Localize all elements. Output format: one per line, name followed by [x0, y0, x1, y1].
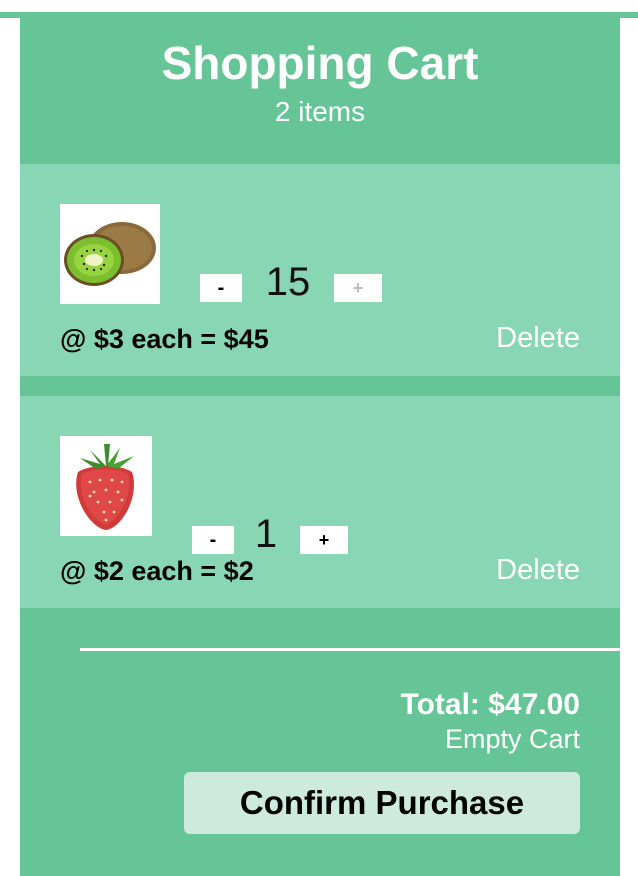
confirm-purchase-button[interactable]: Confirm Purchase — [184, 772, 580, 834]
increase-quantity-button[interactable]: + — [334, 274, 382, 302]
price-line: @ $2 each = $2 — [60, 556, 254, 586]
delete-link[interactable]: Delete — [496, 554, 580, 587]
quantity-value: 15 — [265, 260, 311, 304]
quantity-value: 1 — [254, 512, 278, 556]
kiwi-icon — [64, 222, 156, 286]
delete-link[interactable]: Delete — [496, 322, 580, 355]
cart-item-strawberry: - 1 + @ $2 each = $2 Delete — [20, 396, 620, 608]
empty-cart-link[interactable]: Empty Cart — [445, 724, 580, 755]
decrease-quantity-button[interactable]: - — [200, 274, 242, 302]
price-line: @ $3 each = $45 — [60, 324, 269, 354]
cart-title: Shopping Cart — [161, 37, 479, 89]
divider — [80, 648, 620, 651]
increase-quantity-button[interactable]: + — [300, 526, 348, 554]
item-count: 2 items — [274, 96, 366, 127]
cart-total: Total: $47.00 — [400, 688, 580, 721]
cart-item-kiwi: - 15 + @ $3 each = $45 Delete — [20, 164, 620, 376]
cart-header: Shopping Cart 2 items — [20, 18, 620, 164]
strawberry-icon — [76, 444, 134, 530]
product-image-strawberry — [60, 436, 152, 536]
decrease-quantity-button[interactable]: - — [192, 526, 234, 554]
shopping-cart-panel: Shopping Cart 2 items - 15 + @ $3 each =… — [20, 18, 620, 876]
product-image-kiwi — [60, 204, 160, 304]
